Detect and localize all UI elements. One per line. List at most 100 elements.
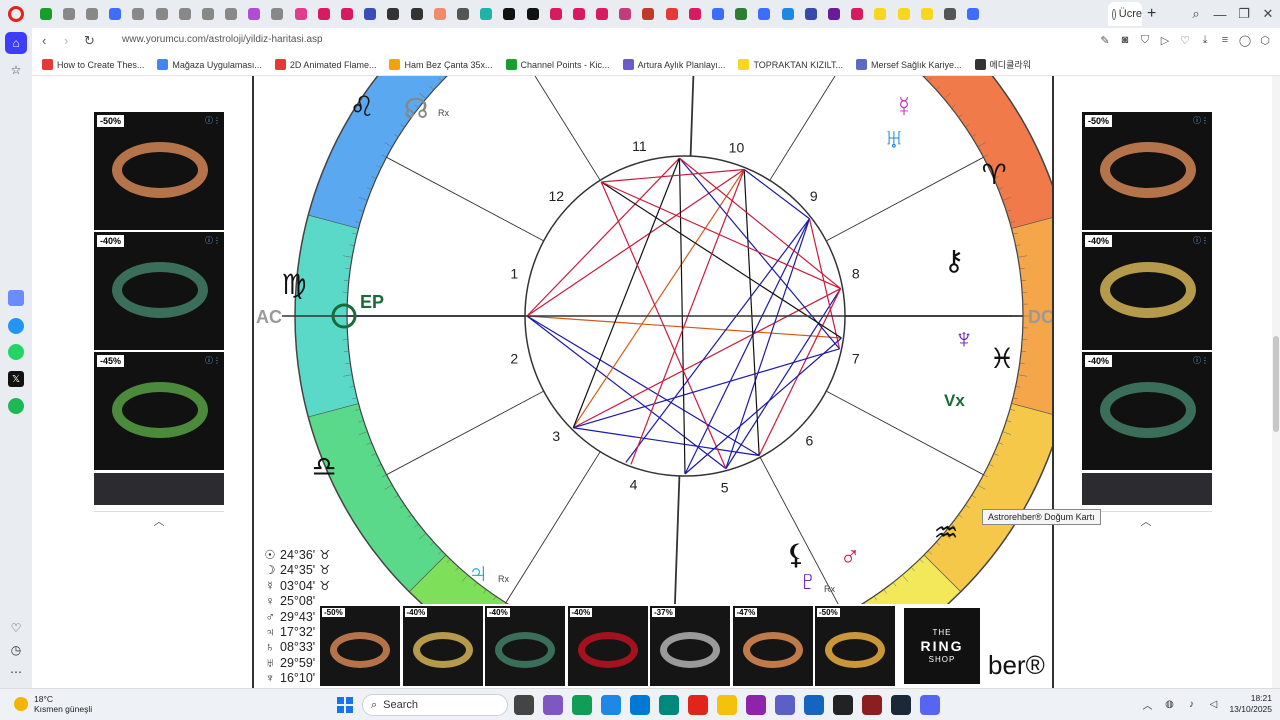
taskbar-app-icon[interactable] [514, 695, 534, 715]
taskbar-app-icon[interactable] [572, 695, 592, 715]
taskbar-app-icon[interactable] [746, 695, 766, 715]
bottom-ring-ad[interactable]: -50% [320, 606, 400, 686]
ad-info-icon[interactable]: ⓘ⋮ [1193, 235, 1209, 246]
ad-info-icon[interactable]: ⓘ⋮ [205, 115, 221, 126]
ad-info-icon[interactable]: ⓘ⋮ [1193, 355, 1209, 366]
play-icon[interactable]: ▷ [1158, 33, 1172, 47]
x-icon[interactable]: 𝕏 [8, 371, 24, 387]
bottom-ring-ad[interactable]: -40% [567, 606, 648, 686]
bottom-ring-ad[interactable]: -50% [815, 606, 895, 686]
tab-favicon-icon[interactable] [776, 4, 799, 24]
tab-favicon-icon[interactable] [266, 4, 289, 24]
more-icon[interactable]: ⋯ [8, 664, 24, 680]
ad-banner-right[interactable] [1082, 473, 1212, 505]
active-tab[interactable]: Ücre [1108, 2, 1142, 26]
tab-favicon-icon[interactable] [567, 4, 590, 24]
tab-favicon-icon[interactable] [80, 4, 103, 24]
tab-favicon-icon[interactable] [683, 4, 706, 24]
home-icon[interactable]: ⌂ [5, 32, 27, 54]
heart-icon[interactable]: ♡ [1178, 33, 1192, 47]
bookmark-item[interactable]: TOPRAKTAN KIZILT... [738, 59, 843, 70]
taskbar-app-icon[interactable] [891, 695, 911, 715]
tab-favicon-icon[interactable] [57, 4, 80, 24]
back-button[interactable]: ‹ [42, 33, 46, 48]
taskbar-app-icon[interactable] [775, 695, 795, 715]
camera-icon[interactable]: ◙ [1118, 33, 1132, 47]
taskbar-search[interactable]: ⌕ Search [362, 694, 508, 716]
microphone-icon[interactable]: ♪ [1185, 698, 1197, 710]
search-tabs-icon[interactable]: ⌕ [1184, 0, 1208, 28]
weather-widget[interactable]: 18°C Kısmen güneşli [14, 694, 92, 714]
tab-favicon-icon[interactable] [614, 4, 637, 24]
edit-icon[interactable]: ✎ [1098, 33, 1112, 47]
tab-favicon-icon[interactable] [173, 4, 196, 24]
tab-favicon-icon[interactable] [498, 4, 521, 24]
collapse-right-ad-icon[interactable]: ︿ [1136, 513, 1156, 528]
tab-favicon-icon[interactable] [869, 4, 892, 24]
tab-favicon-icon[interactable] [822, 4, 845, 24]
whatsapp-icon[interactable] [8, 344, 24, 360]
ring-ad[interactable]: -40% ⓘ⋮ [1082, 352, 1212, 470]
volume-icon[interactable]: ◁ [1207, 698, 1219, 710]
tab-favicon-icon[interactable] [289, 4, 312, 24]
taskbar-app-icon[interactable] [543, 695, 563, 715]
ad-info-icon[interactable]: ⓘ⋮ [205, 355, 221, 366]
tab-favicon-icon[interactable] [127, 4, 150, 24]
minimize-icon[interactable]: — [1208, 0, 1232, 28]
bookmark-item[interactable]: 메디클라워 [974, 58, 1031, 71]
aria-icon[interactable] [8, 290, 24, 306]
scrollbar-thumb[interactable] [1273, 336, 1279, 432]
messenger-icon[interactable] [8, 318, 24, 334]
opera-logo-icon[interactable] [8, 6, 24, 22]
ad-info-icon[interactable]: ⓘ⋮ [205, 235, 221, 246]
tab-favicon-icon[interactable] [637, 4, 660, 24]
chevron-up-icon[interactable]: ︿ [1141, 698, 1153, 712]
bottom-ring-ad[interactable]: -37% [650, 606, 730, 686]
taskbar-app-icon[interactable] [601, 695, 621, 715]
profile-icon[interactable]: ◯ [1238, 33, 1252, 47]
bookmark-item[interactable]: Mersef Sağlık Kariye... [855, 59, 962, 70]
start-button[interactable] [337, 697, 353, 713]
taskbar-app-icon[interactable] [862, 695, 882, 715]
ring-ad[interactable]: -50% ⓘ⋮ [1082, 112, 1212, 230]
bottom-ring-ad[interactable]: -47% [732, 606, 813, 686]
clock[interactable]: 18:21 13/10/2025 [1229, 693, 1272, 715]
tab-favicon-icon[interactable] [451, 4, 474, 24]
network-icon[interactable]: ◍ [1163, 698, 1175, 710]
tab-favicon-icon[interactable] [34, 4, 57, 24]
taskbar-app-icon[interactable] [688, 695, 708, 715]
bookmark-item[interactable]: How to Create Thes... [42, 59, 144, 70]
scrollbar[interactable] [1272, 76, 1280, 688]
tab-favicon-icon[interactable] [846, 4, 869, 24]
tab-favicon-icon[interactable] [335, 4, 358, 24]
download-icon[interactable]: ⤓ [1198, 33, 1212, 47]
tab-favicon-icon[interactable] [706, 4, 729, 24]
star-icon[interactable]: ☆ [8, 62, 24, 78]
bottom-ring-ad[interactable]: -40% [485, 606, 565, 686]
taskbar-app-icon[interactable] [717, 695, 737, 715]
tab-favicon-icon[interactable] [591, 4, 614, 24]
tab-favicon-icon[interactable] [382, 4, 405, 24]
tab-favicon-icon[interactable] [730, 4, 753, 24]
bookmark-item[interactable]: Artura Aylık Planlayı... [622, 59, 725, 70]
tab-favicon-icon[interactable] [892, 4, 915, 24]
tab-favicon-icon[interactable] [915, 4, 938, 24]
close-icon[interactable]: ✕ [1256, 0, 1280, 28]
heart-icon[interactable]: ♡ [8, 620, 24, 636]
tab-favicon-icon[interactable] [660, 4, 683, 24]
ad-banner-left[interactable] [94, 473, 224, 505]
taskbar-app-icon[interactable] [833, 695, 853, 715]
ring-ad[interactable]: -40% ⓘ⋮ [94, 232, 224, 350]
forward-button[interactable]: › [64, 33, 68, 48]
taskbar-app-icon[interactable] [630, 695, 650, 715]
url-field[interactable]: www.yorumcu.com/astroloji/yildiz-haritas… [122, 34, 323, 45]
ad-info-icon[interactable]: ⓘ⋮ [1193, 115, 1209, 126]
menu-icon[interactable]: ≡ [1218, 33, 1232, 47]
tab-favicon-icon[interactable] [428, 4, 451, 24]
tab-favicon-icon[interactable] [220, 4, 243, 24]
ring-shop-logo[interactable]: THE RING SHOP [904, 608, 980, 684]
tab-favicon-icon[interactable] [544, 4, 567, 24]
tab-favicon-icon[interactable] [938, 4, 961, 24]
bottom-ring-ad[interactable]: -40% [402, 606, 483, 686]
tab-favicon-icon[interactable] [359, 4, 382, 24]
